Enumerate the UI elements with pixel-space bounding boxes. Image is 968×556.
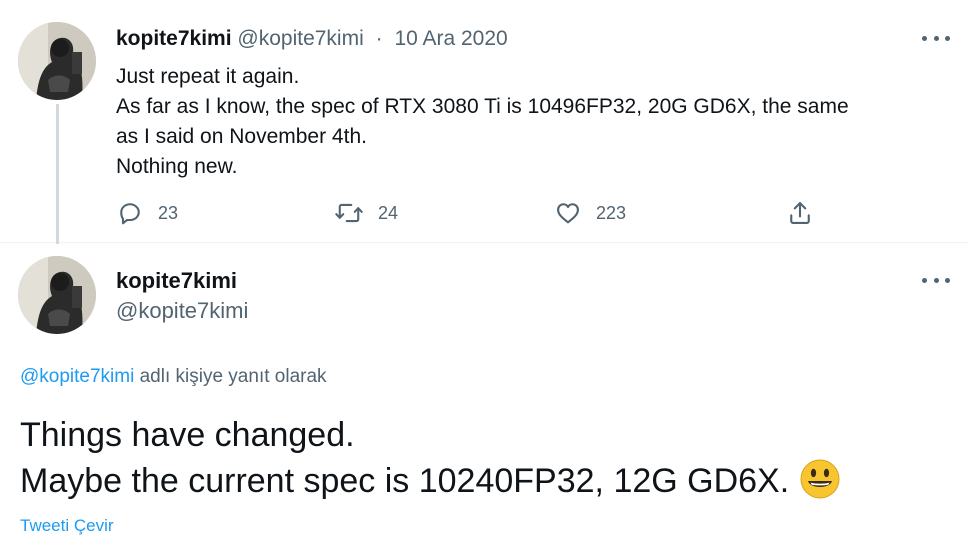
more-icon[interactable] bbox=[922, 28, 950, 48]
more-icon[interactable] bbox=[922, 270, 950, 290]
avatar-image bbox=[18, 256, 96, 334]
reply-context: @kopite7kimi adlı kişiye yanıt olarak bbox=[20, 363, 327, 391]
avatar-image bbox=[18, 22, 96, 100]
like-button[interactable]: 223 bbox=[554, 196, 626, 230]
heart-icon bbox=[557, 203, 579, 224]
retweet-count: 24 bbox=[378, 202, 399, 223]
translate-tweet-link[interactable]: Tweeti Çevir bbox=[20, 514, 114, 538]
tweet-line: Things have changed. bbox=[20, 416, 355, 454]
tweet-actions: 23 24 223 bbox=[116, 196, 816, 230]
author-name[interactable]: kopite7kimi bbox=[116, 27, 232, 50]
parent-tweet[interactable]: kopite7kimi @kopite7kimi · 10 Ara 2020 J… bbox=[0, 0, 968, 244]
share-button[interactable] bbox=[786, 196, 814, 230]
reply-context-text: adlı kişiye yanıt olarak bbox=[139, 366, 327, 387]
avatar[interactable] bbox=[18, 22, 96, 100]
retweet-icon bbox=[335, 203, 363, 223]
tweet-body: Just repeat it again. As far as I know, … bbox=[116, 62, 946, 182]
tweet-line: Just repeat it again. bbox=[116, 65, 300, 88]
tweet-body: Things have changed. Maybe the current s… bbox=[20, 412, 841, 512]
retweet-button[interactable]: 24 bbox=[334, 196, 398, 230]
reply-mention-link[interactable]: @kopite7kimi bbox=[20, 366, 134, 387]
tweet-header: kopite7kimi @kopite7kimi · 10 Ara 2020 bbox=[116, 26, 508, 52]
tweet-date[interactable]: 10 Ara 2020 bbox=[394, 27, 507, 50]
tweet-line: Nothing new. bbox=[116, 155, 238, 178]
author-block: kopite7kimi @kopite7kimi bbox=[116, 266, 248, 326]
share-icon bbox=[790, 202, 810, 224]
author-name[interactable]: kopite7kimi bbox=[116, 266, 248, 296]
author-handle[interactable]: @kopite7kimi bbox=[116, 296, 248, 326]
header-separator: · bbox=[375, 27, 383, 50]
thread-connector bbox=[56, 104, 59, 244]
grinning-face-emoji bbox=[799, 458, 841, 512]
author-handle[interactable]: @kopite7kimi bbox=[237, 27, 363, 50]
like-count: 223 bbox=[596, 202, 627, 223]
avatar[interactable] bbox=[18, 256, 96, 334]
reply-icon bbox=[120, 203, 140, 225]
reply-count: 23 bbox=[158, 202, 179, 223]
tweet-line: Maybe the current spec is 10240FP32, 12G… bbox=[20, 462, 790, 500]
tweet-line-with-emoji: Maybe the current spec is 10240FP32, 12G… bbox=[20, 458, 841, 512]
reply-button[interactable]: 23 bbox=[116, 196, 178, 230]
tweet-line: as I said on November 4th. bbox=[116, 125, 367, 148]
tweet-line: As far as I know, the spec of RTX 3080 T… bbox=[116, 95, 849, 118]
